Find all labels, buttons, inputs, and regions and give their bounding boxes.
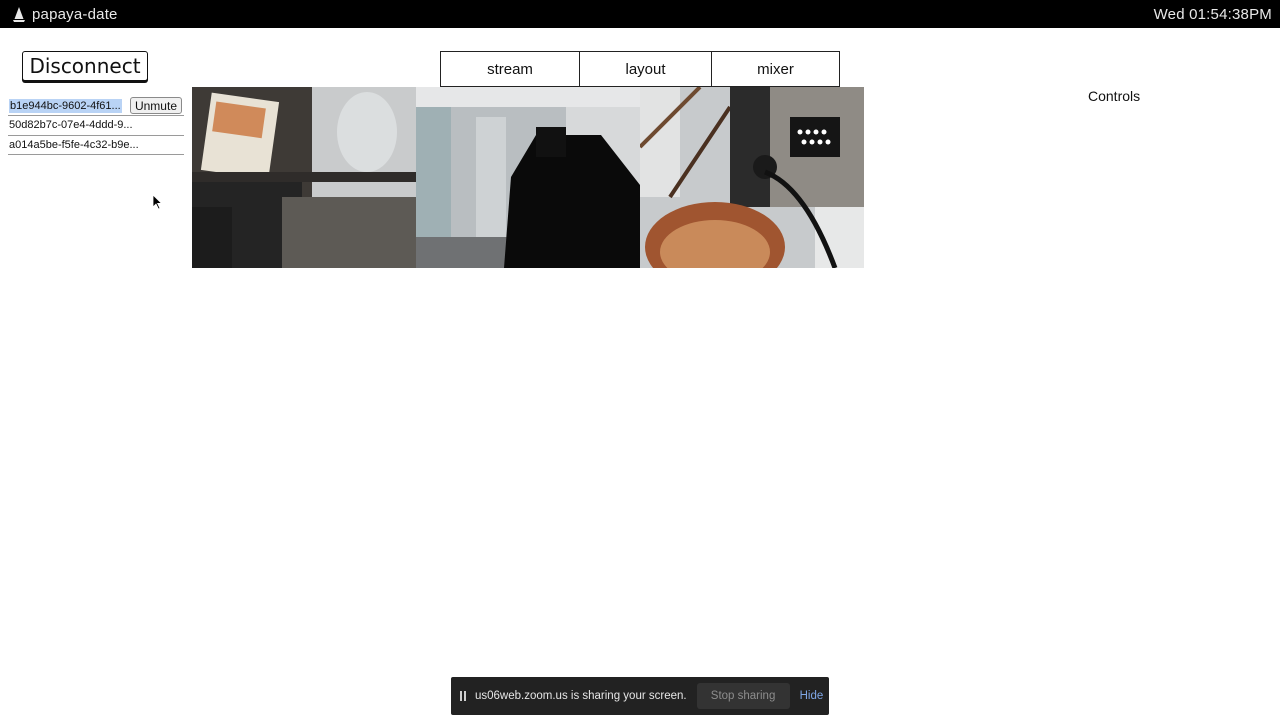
screen-share-bar: us06web.zoom.us is sharing your screen. … [451,677,829,715]
video-feed-3[interactable] [640,87,864,268]
peer-id[interactable]: a014a5be-f5fe-4c32-b9e... [9,139,139,151]
tab-layout[interactable]: layout [580,52,712,86]
peer-item[interactable]: 50d82b7c-07e4-4ddd-9... [8,116,184,136]
hide-button[interactable]: Hide [800,690,824,702]
video-feed-1[interactable] [192,87,416,268]
unmute-button[interactable]: Unmute [129,97,182,114]
system-clock: Wed 01:54:38PM [1153,6,1272,23]
tab-stream[interactable]: stream [441,52,580,86]
system-top-bar: papaya-date Wed 01:54:38PM [0,0,1280,28]
disconnect-button[interactable]: Disconnect [22,51,148,81]
peer-item[interactable]: a014a5be-f5fe-4c32-b9e... [8,136,184,155]
mouse-pointer-icon [152,194,162,210]
tab-mixer[interactable]: mixer [712,52,839,86]
video-frame-1 [192,87,416,268]
peer-item[interactable]: b1e944bc-9602-4f61... Unmute [8,96,184,116]
share-message: us06web.zoom.us is sharing your screen. [475,690,687,702]
pause-icon[interactable] [460,691,467,701]
papaya-logo-icon [13,7,25,22]
video-frame-3 [640,87,864,268]
peer-id[interactable]: 50d82b7c-07e4-4ddd-9... [9,119,133,131]
app-title: papaya-date [32,6,118,23]
stop-sharing-button[interactable]: Stop sharing [696,683,790,709]
peer-id[interactable]: b1e944bc-9602-4f61... [9,98,122,113]
controls-title: Controls [1088,88,1141,104]
peer-list: b1e944bc-9602-4f61... Unmute 50d82b7c-07… [8,96,184,155]
video-frame-2 [416,87,640,268]
video-feed-2[interactable] [416,87,640,268]
tab-bar: stream layout mixer [440,51,840,87]
